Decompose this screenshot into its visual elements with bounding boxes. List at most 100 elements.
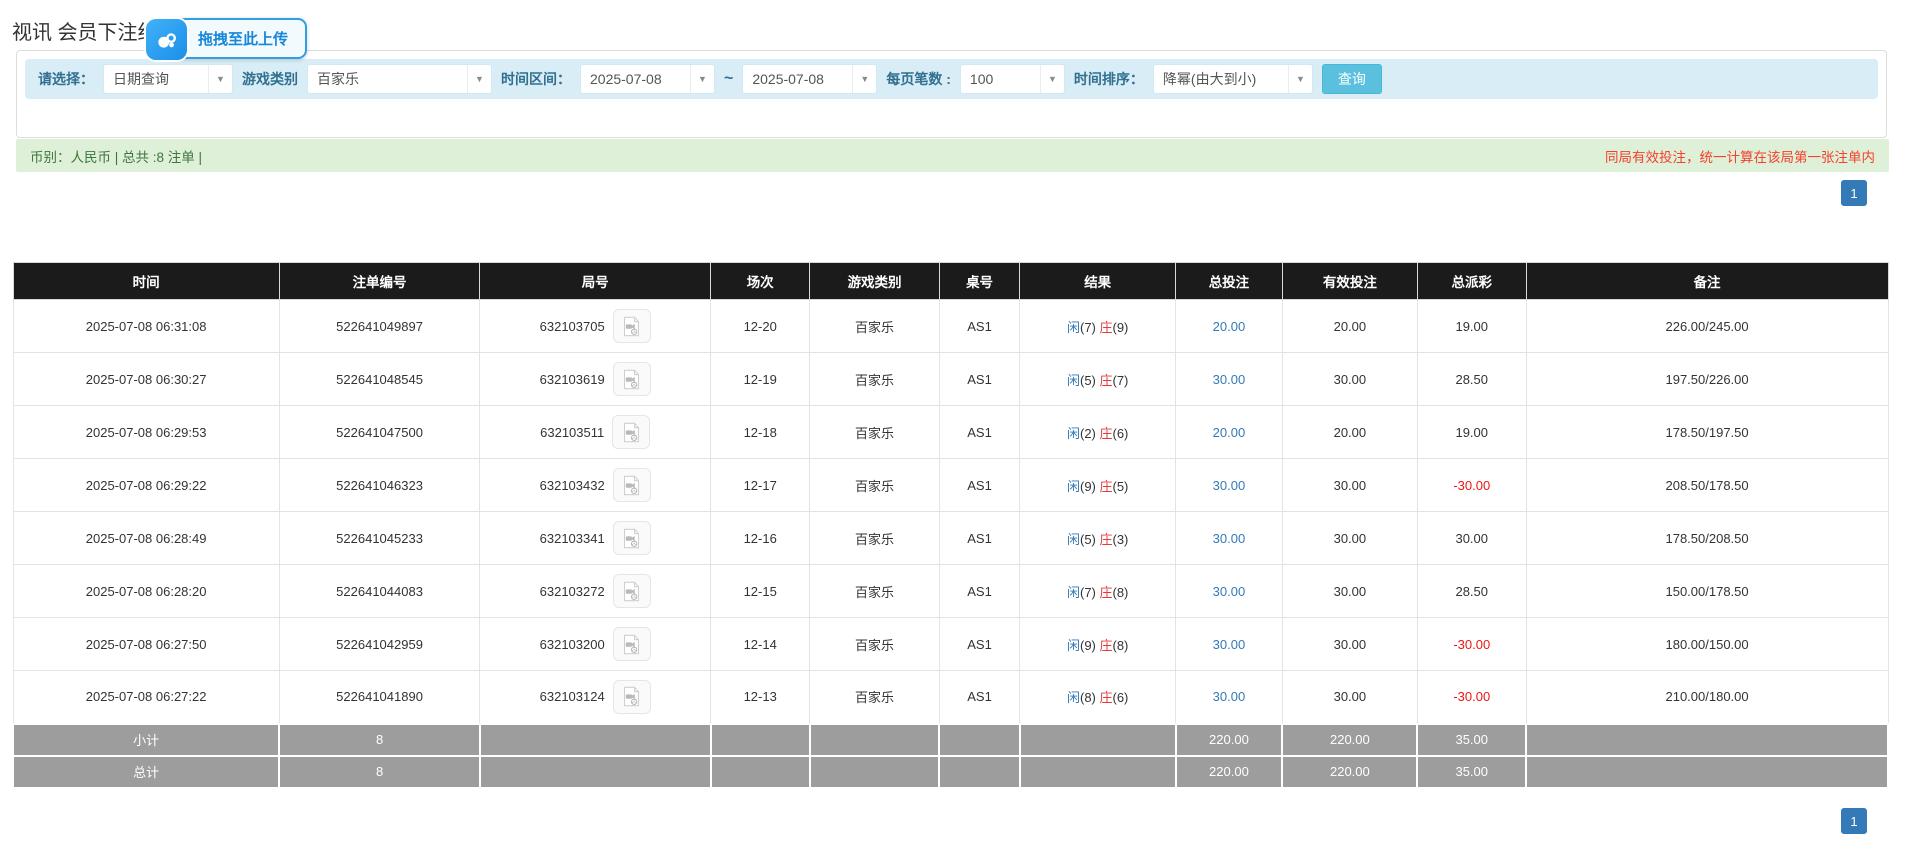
cell-table-no: AS1 (939, 671, 1020, 724)
cell-payout: 28.50 (1417, 565, 1526, 618)
total-bet-link[interactable]: 20.00 (1213, 319, 1246, 334)
page-size-select[interactable]: 100 ▼ (960, 64, 1065, 94)
total-bet-link[interactable]: 30.00 (1213, 689, 1246, 704)
video-replay-button[interactable] (612, 415, 650, 449)
game-type-value: 百家乐 (308, 65, 467, 93)
chevron-down-icon: ▼ (690, 65, 714, 93)
total-row-cell: 35.00 (1417, 756, 1526, 788)
game-type-select[interactable]: 百家乐 ▼ (307, 64, 492, 94)
query-type-select[interactable]: 日期查询 ▼ (103, 64, 233, 94)
cell-table-no: AS1 (939, 353, 1020, 406)
date-from-select[interactable]: 2025-07-08 ▼ (580, 64, 715, 94)
cell-total-bet: 30.00 (1176, 459, 1283, 512)
cell-session: 12-17 (711, 459, 810, 512)
cell-bet-id: 522641045233 (279, 512, 480, 565)
total-bet-link[interactable]: 30.00 (1213, 637, 1246, 652)
result-player-score: (9) (1080, 479, 1100, 494)
round-id-value: 632103705 (540, 319, 605, 334)
cloud-drive-icon (146, 19, 187, 60)
cell-game-type: 百家乐 (810, 406, 939, 459)
cell-result: 闲(5) 庄(7) (1020, 353, 1176, 406)
round-id-value: 632103619 (540, 372, 605, 387)
cell-round-id: 632103124 (480, 671, 711, 724)
result-banker-label: 庄 (1099, 690, 1112, 705)
result-banker-label: 庄 (1099, 373, 1112, 388)
cell-payout: -30.00 (1417, 618, 1526, 671)
page-1-button[interactable]: 1 (1841, 808, 1867, 834)
total-bet-link[interactable]: 30.00 (1213, 372, 1246, 387)
page-1-button[interactable]: 1 (1841, 180, 1867, 206)
total-row-cell: 总计 (13, 756, 279, 788)
result-banker-score: (7) (1113, 373, 1129, 388)
total-row-cell (1526, 756, 1888, 788)
video-replay-button[interactable] (613, 680, 651, 714)
pagination-top: 1 (1841, 180, 1867, 206)
subtotal-row-cell (810, 724, 939, 756)
result-banker-score: (8) (1113, 638, 1129, 653)
video-replay-button[interactable] (613, 521, 651, 555)
date-from-value: 2025-07-08 (581, 65, 690, 93)
cell-session: 12-16 (711, 512, 810, 565)
payout-value: -30.00 (1453, 637, 1490, 652)
video-replay-button[interactable] (613, 574, 651, 608)
subtotal-row-cell: 220.00 (1282, 724, 1417, 756)
cell-result: 闲(7) 庄(9) (1020, 300, 1176, 353)
result-player-score: (7) (1080, 320, 1100, 335)
cell-session: 12-15 (711, 565, 810, 618)
cell-game-type: 百家乐 (810, 459, 939, 512)
result-player-label: 闲 (1067, 426, 1080, 441)
cell-total-bet: 30.00 (1176, 618, 1283, 671)
round-id-value: 632103341 (540, 531, 605, 546)
subtotal-row-cell (480, 724, 711, 756)
cell-round-id: 632103272 (480, 565, 711, 618)
chevron-down-icon: ▼ (852, 65, 876, 93)
result-banker-score: (5) (1113, 479, 1129, 494)
total-bet-link[interactable]: 20.00 (1213, 425, 1246, 440)
cell-table-no: AS1 (939, 300, 1020, 353)
time-sort-value: 降幂(由大到小) (1154, 65, 1288, 93)
payout-value: 28.50 (1455, 372, 1488, 387)
cell-time: 2025-07-08 06:30:27 (13, 353, 279, 406)
cell-valid-bet: 30.00 (1282, 618, 1417, 671)
total-bet-link[interactable]: 30.00 (1213, 531, 1246, 546)
video-replay-button[interactable] (613, 309, 651, 343)
total-bet-link[interactable]: 30.00 (1213, 584, 1246, 599)
cell-bet-id: 522641047500 (279, 406, 480, 459)
total-bet-link[interactable]: 30.00 (1213, 478, 1246, 493)
table-header: 时间注单编号局号场次游戏类别桌号结果总投注有效投注总派彩备注 (13, 263, 1888, 300)
cell-bet-id: 522641041890 (279, 671, 480, 724)
date-range-label: 时间区间： (501, 69, 571, 89)
cell-result: 闲(2) 庄(6) (1020, 406, 1176, 459)
result-player-label: 闲 (1067, 373, 1080, 388)
time-sort-label: 时间排序： (1074, 69, 1144, 89)
summary-bar: 币别：人民币 | 总共 :8 注单 | 同局有效投注，统一计算在该局第一张注单内 (16, 139, 1889, 172)
time-sort-select[interactable]: 降幂(由大到小) ▼ (1153, 64, 1313, 94)
cell-session: 12-20 (711, 300, 810, 353)
cell-time: 2025-07-08 06:27:50 (13, 618, 279, 671)
filter-panel: 请选择： 日期查询 ▼ 游戏类别 百家乐 ▼ 时间区间： 2025-07-08 … (16, 50, 1887, 138)
total-row-cell: 220.00 (1282, 756, 1417, 788)
query-button[interactable]: 查询 (1322, 64, 1382, 94)
cell-time: 2025-07-08 06:29:53 (13, 406, 279, 459)
cell-session: 12-19 (711, 353, 810, 406)
video-replay-button[interactable] (613, 468, 651, 502)
video-replay-button[interactable] (613, 627, 651, 661)
result-banker-label: 庄 (1099, 585, 1112, 600)
select-type-label: 请选择： (38, 69, 94, 89)
date-to-select[interactable]: 2025-07-08 ▼ (742, 64, 877, 94)
subtotal-row-cell: 220.00 (1176, 724, 1283, 756)
cell-remark: 178.50/197.50 (1526, 406, 1888, 459)
cell-total-bet: 30.00 (1176, 512, 1283, 565)
video-replay-button[interactable] (613, 362, 651, 396)
column-header: 局号 (480, 263, 711, 300)
cell-table-no: AS1 (939, 618, 1020, 671)
result-player-label: 闲 (1067, 320, 1080, 335)
total-row-cell: 8 (279, 756, 480, 788)
column-header: 桌号 (939, 263, 1020, 300)
column-header: 场次 (711, 263, 810, 300)
table-row: 2025-07-08 06:28:20522641044083632103272… (13, 565, 1888, 618)
payout-value: 30.00 (1455, 531, 1488, 546)
result-banker-label: 庄 (1099, 426, 1112, 441)
cell-game-type: 百家乐 (810, 565, 939, 618)
cell-remark: 208.50/178.50 (1526, 459, 1888, 512)
